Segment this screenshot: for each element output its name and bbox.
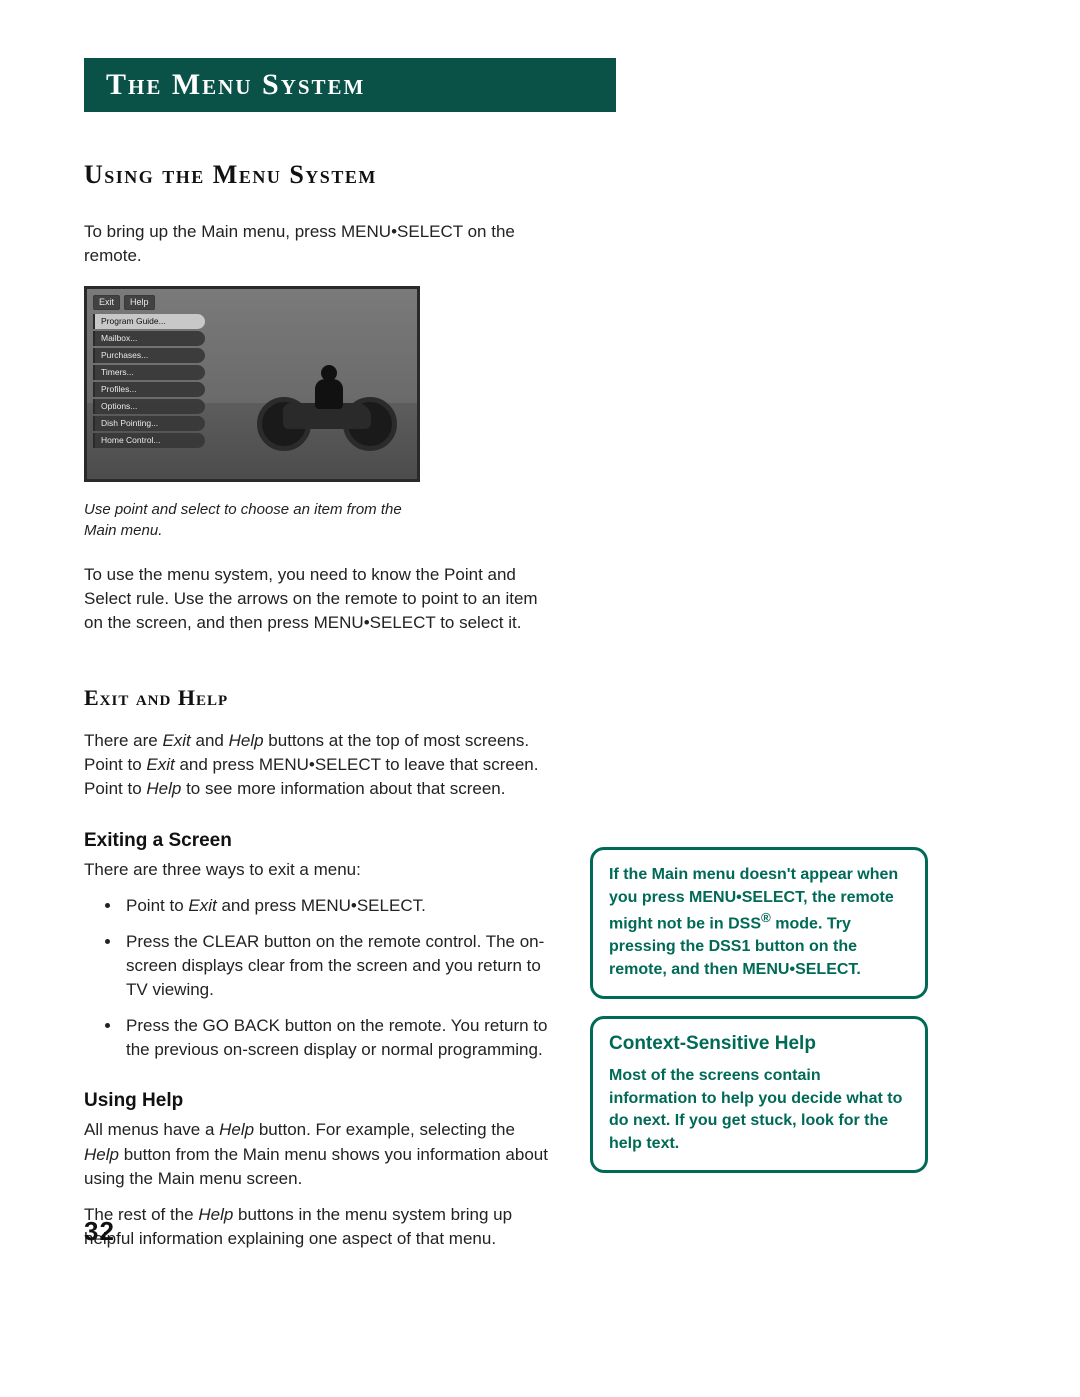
page-number: 32 xyxy=(84,1216,115,1247)
body-paragraph: All menus have a Help button. For exampl… xyxy=(84,1118,554,1190)
list-item: Press the GO BACK button on the remote. … xyxy=(122,1014,554,1062)
figure-caption: Use point and select to choose an item f… xyxy=(84,500,424,541)
body-paragraph: The rest of the Help buttons in the menu… xyxy=(84,1203,554,1251)
osd-item: Dish Pointing... xyxy=(93,416,205,431)
callout-text: If the Main menu doesn't appear when you… xyxy=(609,864,909,982)
sub-subheading: Using Help xyxy=(84,1090,554,1112)
list-item: Press the CLEAR button on the remote con… xyxy=(122,930,554,1002)
body-paragraph: There are three ways to exit a menu: xyxy=(84,858,554,882)
subsection-heading: Exit and Help xyxy=(84,685,554,711)
bullet-list: Point to Exit and press MENU•SELECT. Pre… xyxy=(84,894,554,1063)
section-heading: Using the Menu System xyxy=(84,160,554,190)
body-paragraph: There are Exit and Help buttons at the t… xyxy=(84,729,554,801)
banner: The Menu System xyxy=(84,58,616,112)
main-content: Using the Menu System To bring up the Ma… xyxy=(84,160,554,1263)
banner-title: The Menu System xyxy=(106,68,365,102)
osd-item: Timers... xyxy=(93,365,205,380)
callout-text: Most of the screens contain information … xyxy=(609,1065,909,1156)
osd-item: Profiles... xyxy=(93,382,205,397)
body-paragraph: To use the menu system, you need to know… xyxy=(84,563,554,635)
osd-item: Options... xyxy=(93,399,205,414)
osd-item: Program Guide... xyxy=(93,314,205,329)
osd-help-button: Help xyxy=(124,295,155,310)
callout-title: Context-Sensitive Help xyxy=(609,1033,909,1055)
tv-screenshot: Exit Help Program Guide... Mailbox... Pu… xyxy=(84,286,420,482)
osd-exit-button: Exit xyxy=(93,295,120,310)
sub-subheading: Exiting a Screen xyxy=(84,830,554,852)
context-help-callout: Context-Sensitive Help Most of the scree… xyxy=(590,1016,928,1173)
intro-paragraph: To bring up the Main menu, press MENU•SE… xyxy=(84,220,554,268)
motorcycle-graphic xyxy=(257,361,397,451)
list-item: Point to Exit and press MENU•SELECT. xyxy=(122,894,554,918)
figure: Exit Help Program Guide... Mailbox... Pu… xyxy=(84,286,554,541)
osd-item: Purchases... xyxy=(93,348,205,363)
tip-callout: If the Main menu doesn't appear when you… xyxy=(590,847,928,999)
on-screen-menu: Exit Help Program Guide... Mailbox... Pu… xyxy=(93,295,205,448)
osd-item: Home Control... xyxy=(93,433,205,448)
osd-item: Mailbox... xyxy=(93,331,205,346)
